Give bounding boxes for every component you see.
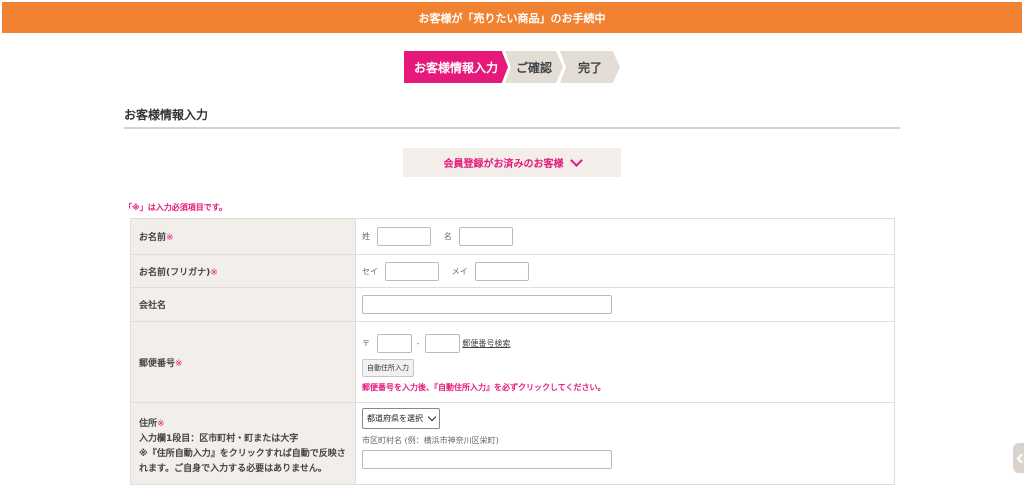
form-row-address: 住所※ 入力欄1段目：区市町村・町または大字 ※『住所自動入力』をクリックすれば…: [130, 402, 895, 485]
company-field-cell: [355, 287, 895, 322]
required-mark: ※: [157, 419, 165, 429]
required-mark: ※: [175, 358, 183, 369]
prefecture-select[interactable]: 都道府県を選択: [362, 408, 440, 429]
city-input[interactable]: [362, 450, 612, 469]
postal-label: 郵便番号※: [130, 321, 356, 403]
required-mark: ※: [166, 233, 174, 243]
name-label: お名前※: [130, 218, 356, 255]
postal-field-cell: 〒 - 郵便番号検索 自動住所入力 郵便番号を入力後、『自動住所入力』を必ずクリ…: [355, 321, 895, 403]
required-note: 「※」は入力必須項目です。: [124, 203, 227, 212]
step-confirm: ご確認: [505, 51, 563, 83]
section-divider: [124, 127, 900, 129]
address-label: 住所※: [139, 419, 165, 429]
last-name-input[interactable]: [376, 227, 431, 246]
required-mark: ※: [210, 267, 218, 278]
form-row-kana: お名前(フリガナ)※ セイ メイ: [130, 254, 895, 288]
form-row-company: 会社名: [130, 287, 895, 322]
company-label: 会社名: [130, 287, 356, 322]
scroll-to-top-button[interactable]: [1013, 443, 1024, 473]
last-kana-label: セイ: [362, 266, 378, 276]
address-label-cell: 住所※ 入力欄1段目：区市町村・町または大字 ※『住所自動入力』をクリックすれば…: [130, 402, 356, 485]
step-customer-info: お客様情報入力: [404, 51, 508, 83]
address-auto-hint: ※『住所自動入力』をクリックすれば自動で反映されます。ご自身で入力する必要はあり…: [139, 449, 346, 474]
first-name-input[interactable]: [458, 227, 513, 246]
first-kana-label: メイ: [451, 266, 468, 276]
step-complete: 完了: [560, 51, 620, 83]
city-hint: 市区町村名 (例：横浜市神奈川区栄町): [362, 436, 499, 445]
postal-separator: -: [416, 338, 420, 348]
name-field-cell: 姓 名: [355, 218, 895, 255]
chevron-down-icon: [569, 154, 583, 167]
section-title: お客様情報入力: [124, 108, 209, 122]
company-input[interactable]: [362, 295, 612, 314]
process-banner: お客様が「 売りたい商品 」のお手続中: [2, 2, 1022, 33]
last-kana-input[interactable]: [384, 261, 439, 281]
prefecture-selected: 都道府県を選択: [367, 414, 423, 423]
member-button-label: 会員登録がお済みのお客様: [443, 159, 564, 170]
banner-highlight: 売りたい商品: [473, 11, 540, 25]
postal-note: 郵便番号を入力後、『自動住所入力』を必ずクリックしてください。: [362, 382, 606, 392]
postal-code-second-input[interactable]: [424, 333, 460, 353]
kana-label: お名前(フリガナ)※: [130, 254, 356, 288]
postal-prefix: 〒: [362, 338, 370, 348]
postal-search-link[interactable]: 郵便番号検索: [462, 339, 510, 348]
chevron-up-icon: [1016, 453, 1024, 463]
banner-prefix: お客様が「: [418, 11, 474, 25]
address-field-cell: 都道府県を選択 市区町村名 (例：横浜市神奈川区栄町): [355, 402, 895, 485]
last-name-label: 姓: [362, 232, 370, 241]
first-kana-input[interactable]: [474, 261, 529, 281]
form-row-postal: 郵便番号※ 〒 - 郵便番号検索 自動住所入力 郵便番号を入力後、『自動住所入力…: [130, 321, 895, 403]
chevron-down-icon: [427, 412, 437, 422]
kana-field-cell: セイ メイ: [355, 254, 895, 288]
banner-suffix: 」のお手続中: [539, 11, 606, 25]
first-name-label: 名: [443, 232, 452, 241]
customer-form: お名前※ 姓 名 お名前(フリガナ)※ セイ メイ 会社名 郵便番号※ 〒 - …: [130, 218, 895, 485]
postal-code-first-input[interactable]: [376, 333, 412, 353]
auto-address-button[interactable]: 自動住所入力: [362, 358, 414, 377]
address-line1-hint: 入力欄1段目：区市町村・町または大字: [139, 434, 299, 444]
member-login-toggle-button[interactable]: 会員登録がお済みのお客様: [403, 148, 621, 177]
form-row-name: お名前※ 姓 名: [130, 218, 895, 255]
